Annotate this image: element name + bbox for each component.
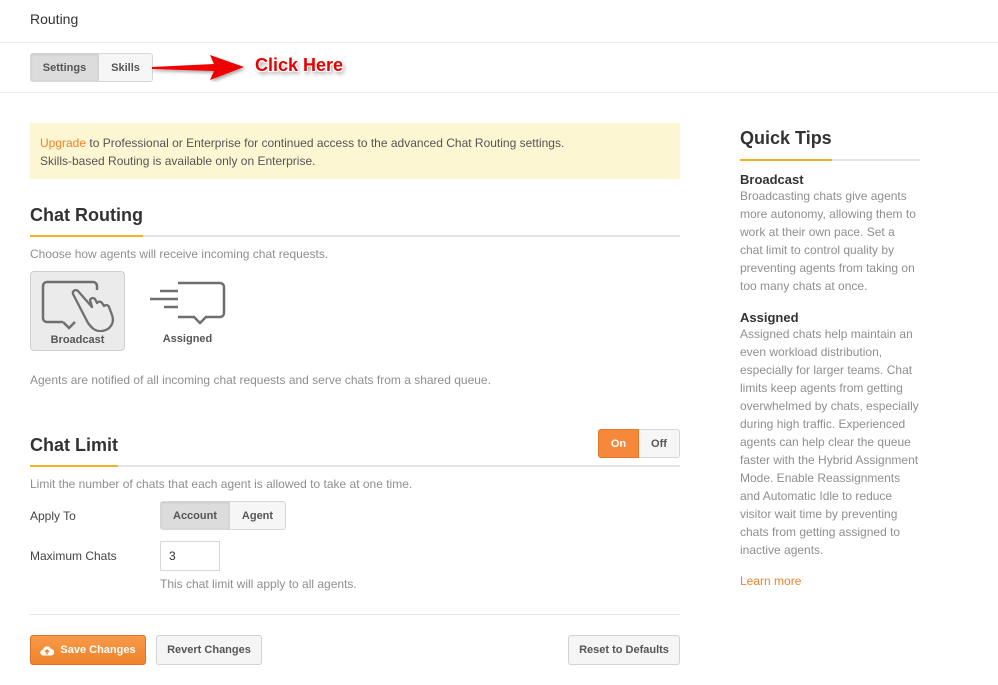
apply-to-agent-button[interactable]: Agent <box>230 501 286 530</box>
routing-option-broadcast-label: Broadcast <box>50 334 105 346</box>
routing-option-broadcast[interactable]: Broadcast <box>30 271 125 351</box>
tip-heading-assigned: Assigned <box>740 310 799 325</box>
quick-tips-panel: Quick Tips Broadcast Broadcasting chats … <box>740 128 920 588</box>
apply-to-label: Apply To <box>30 509 76 523</box>
notice-line1: to Professional or Enterprise for contin… <box>86 136 565 150</box>
tab-group: Settings Skills <box>30 53 153 82</box>
chat-limit-on-button[interactable]: On <box>598 429 639 458</box>
page-header: Routing <box>0 0 998 43</box>
reset-to-defaults-button[interactable]: Reset to Defaults <box>568 635 680 665</box>
page-title: Routing <box>30 11 79 27</box>
routing-option-assigned-label: Assigned <box>162 333 213 345</box>
tab-bar: Settings Skills <box>0 43 998 93</box>
speed-chat-bubble-icon <box>150 281 226 325</box>
annotation-label: Click Here <box>255 55 344 75</box>
footer-divider <box>30 614 680 615</box>
save-changes-label: Save Changes <box>60 644 136 656</box>
annotation-arrow-icon <box>152 55 244 80</box>
notice-line2: Skills-based Routing is available only o… <box>40 154 316 168</box>
maximum-chats-help: This chat limit will apply to all agents… <box>160 577 357 591</box>
chat-limit-rule <box>30 465 680 467</box>
chat-limit-title: Chat Limit <box>30 435 118 455</box>
apply-to-account-button[interactable]: Account <box>160 501 230 530</box>
apply-to-group: Account Agent <box>160 501 286 530</box>
tab-skills[interactable]: Skills <box>99 53 153 82</box>
revert-changes-button[interactable]: Revert Changes <box>156 635 262 665</box>
maximum-chats-label: Maximum Chats <box>30 549 117 563</box>
upgrade-link[interactable]: Upgrade <box>40 136 86 150</box>
save-changes-button[interactable]: Save Changes <box>30 635 146 665</box>
tip-heading-broadcast: Broadcast <box>740 172 804 187</box>
chat-routing-rule <box>30 235 680 237</box>
quick-tips-title: Quick Tips <box>740 128 832 148</box>
chat-routing-title: Chat Routing <box>30 205 143 225</box>
learn-more-link[interactable]: Learn more <box>740 574 920 588</box>
tab-settings[interactable]: Settings <box>30 53 99 82</box>
chat-limit-off-button[interactable]: Off <box>639 429 680 458</box>
upgrade-notice: Upgrade to Professional or Enterprise fo… <box>30 123 680 179</box>
routing-mode-description: Agents are notified of all incoming chat… <box>30 373 491 387</box>
tip-body-assigned: Assigned chats help maintain an even wor… <box>740 327 919 557</box>
maximum-chats-input[interactable] <box>160 541 220 571</box>
cloud-upload-icon <box>40 645 55 656</box>
tip-body-broadcast: Broadcasting chats give agents more auto… <box>740 189 916 293</box>
chat-limit-description: Limit the number of chats that each agen… <box>30 477 413 491</box>
chat-limit-toggle: On Off <box>598 429 680 458</box>
routing-option-assigned[interactable]: Assigned <box>140 271 235 351</box>
hand-chat-bubble-icon <box>41 280 114 332</box>
quick-tips-rule <box>740 159 920 161</box>
chat-routing-description: Choose how agents will receive incoming … <box>30 247 329 261</box>
